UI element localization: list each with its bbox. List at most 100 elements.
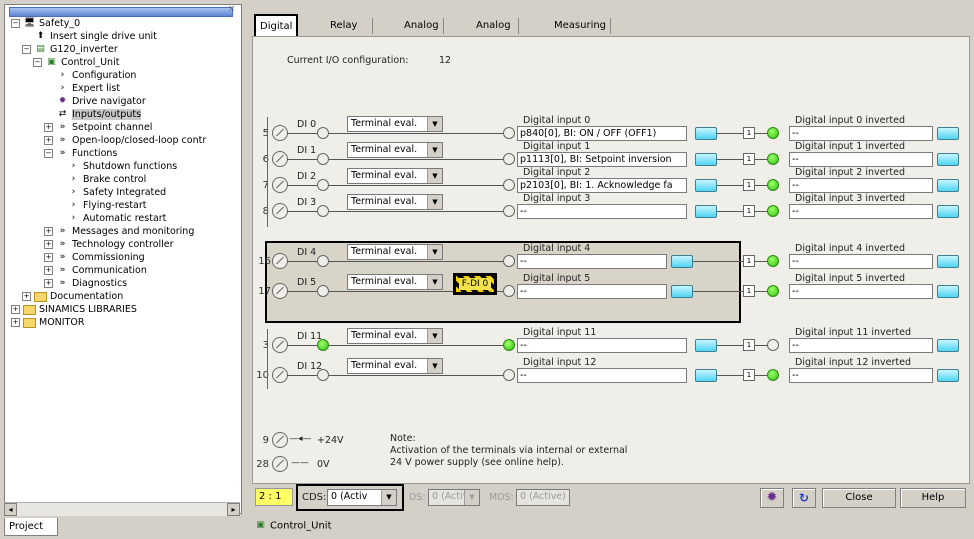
evaluation-select[interactable]: Terminal eval. ▼ xyxy=(347,358,443,374)
connect-parameter-button[interactable] xyxy=(695,179,717,192)
help-button[interactable]: Help xyxy=(900,488,966,508)
settings-gear-icon[interactable]: ✹ xyxy=(760,488,784,508)
connect-parameter-button[interactable] xyxy=(671,255,693,268)
tree-item[interactable]: + » Messages and monitoring xyxy=(44,225,194,238)
tree-item[interactable]: − ▣ Control_Unit xyxy=(33,56,119,69)
connect-inverted-button[interactable] xyxy=(937,179,959,192)
connect-inverted-button[interactable] xyxy=(937,339,959,352)
expand-icon[interactable]: + xyxy=(44,123,53,132)
connected-parameter-field[interactable]: p1113[0], BI: Setpoint inversion xyxy=(517,152,687,167)
ds-select[interactable]: 0 (Activ ▼ xyxy=(428,489,480,506)
evaluation-select[interactable]: Terminal eval. ▼ xyxy=(347,274,443,290)
connected-parameter-field[interactable]: -- xyxy=(517,284,667,299)
tree-item[interactable]: + » Commissioning xyxy=(44,251,145,264)
project-tab[interactable]: Project xyxy=(4,518,58,536)
tree-item[interactable]: › Shutdown functions xyxy=(55,160,178,173)
connect-inverted-button[interactable] xyxy=(937,285,959,298)
scroll-right-icon[interactable]: ▸ xyxy=(227,503,240,516)
expand-icon[interactable]: + xyxy=(44,227,53,236)
connected-parameter-field[interactable]: p840[0], BI: ON / OFF (OFF1) xyxy=(517,126,687,141)
close-icon[interactable]: × xyxy=(228,4,236,14)
tree-item[interactable]: ⇄ Inputs/outputs xyxy=(44,108,142,121)
inverted-parameter-field[interactable]: -- xyxy=(789,338,933,353)
connect-parameter-button[interactable] xyxy=(695,153,717,166)
tree-item[interactable]: › Flying-restart xyxy=(55,199,147,212)
expand-icon[interactable]: + xyxy=(11,318,20,327)
scroll-left-icon[interactable]: ◂ xyxy=(4,503,17,516)
chevron-down-icon[interactable]: ▼ xyxy=(427,359,442,373)
tree-item[interactable]: ⬆ Insert single drive unit xyxy=(22,30,157,43)
evaluation-select[interactable]: Terminal eval. ▼ xyxy=(347,328,443,344)
connect-inverted-button[interactable] xyxy=(937,369,959,382)
collapse-icon[interactable]: − xyxy=(22,45,31,54)
tree-item[interactable]: › Automatic restart xyxy=(55,212,167,225)
evaluation-select[interactable]: Terminal eval. ▼ xyxy=(347,168,443,184)
tab-analog-inputs[interactable]: Analog inputs xyxy=(400,18,444,47)
inverted-parameter-field[interactable]: -- xyxy=(789,368,933,383)
inverted-parameter-field[interactable]: -- xyxy=(789,284,933,299)
inverted-parameter-field[interactable]: -- xyxy=(789,254,933,269)
tree-item[interactable]: › Safety Integrated xyxy=(55,186,167,199)
tree-item[interactable]: + » Setpoint channel xyxy=(44,121,152,134)
cds-select[interactable]: 0 (Activ ▼ xyxy=(327,489,397,506)
connect-parameter-button[interactable] xyxy=(695,127,717,140)
chevron-down-icon[interactable]: ▼ xyxy=(427,117,442,131)
connected-parameter-field[interactable]: -- xyxy=(517,368,687,383)
collapse-icon[interactable]: − xyxy=(11,19,20,28)
expand-icon[interactable]: + xyxy=(44,253,53,262)
chevron-down-icon[interactable]: ▼ xyxy=(427,329,442,343)
expand-icon[interactable]: + xyxy=(44,240,53,249)
tree-item[interactable]: ✹ Drive navigator xyxy=(44,95,146,108)
expand-icon[interactable]: + xyxy=(44,136,53,145)
tree-item[interactable]: › Configuration xyxy=(44,69,137,82)
expand-icon[interactable]: + xyxy=(22,292,31,301)
refresh-icon[interactable]: ↻ xyxy=(792,488,816,508)
collapse-icon[interactable]: − xyxy=(44,149,53,158)
evaluation-select[interactable]: Terminal eval. ▼ xyxy=(347,244,443,260)
tree-item[interactable]: + » Communication xyxy=(44,264,147,277)
horizontal-scrollbar[interactable]: ◂ ▸ xyxy=(4,502,240,516)
chevron-down-icon[interactable]: ▼ xyxy=(464,490,479,505)
tree-item[interactable]: › Brake control xyxy=(55,173,147,186)
evaluation-select[interactable]: Terminal eval. ▼ xyxy=(347,194,443,210)
tree-item[interactable]: + MONITOR xyxy=(11,316,84,329)
chevron-down-icon[interactable]: ▼ xyxy=(427,195,442,209)
connect-inverted-button[interactable] xyxy=(937,255,959,268)
connect-inverted-button[interactable] xyxy=(937,205,959,218)
evaluation-select[interactable]: Terminal eval. ▼ xyxy=(347,116,443,132)
connected-parameter-field[interactable]: -- xyxy=(517,254,667,269)
inverted-parameter-field[interactable]: -- xyxy=(789,152,933,167)
inverted-parameter-field[interactable]: -- xyxy=(789,204,933,219)
tab-relay-outputs[interactable]: Relay outputs xyxy=(326,18,374,47)
tab-analog-outputs[interactable]: Analog outputs xyxy=(472,18,520,47)
connect-parameter-button[interactable] xyxy=(695,339,717,352)
tree-item[interactable]: + » Open-loop/closed-loop contr xyxy=(44,134,206,147)
inverted-parameter-field[interactable]: -- xyxy=(789,126,933,141)
tab-measuring-input[interactable]: Measuring Input xyxy=(550,18,612,47)
connected-parameter-field[interactable]: -- xyxy=(517,338,687,353)
status-tab[interactable]: ▣ Control_Unit xyxy=(254,520,331,539)
chevron-down-icon[interactable]: ▼ xyxy=(381,490,396,505)
connected-parameter-field[interactable]: -- xyxy=(517,204,687,219)
inverted-parameter-field[interactable]: -- xyxy=(789,178,933,193)
tree-item[interactable]: + » Diagnostics xyxy=(44,277,127,290)
expand-icon[interactable]: + xyxy=(44,266,53,275)
connected-parameter-field[interactable]: p2103[0], BI: 1. Acknowledge fa xyxy=(517,178,687,193)
tree-item[interactable]: + » Technology controller xyxy=(44,238,174,251)
connect-parameter-button[interactable] xyxy=(695,205,717,218)
tree-item[interactable]: › Expert list xyxy=(44,82,120,95)
chevron-down-icon[interactable]: ▼ xyxy=(427,169,442,183)
tree-item[interactable]: + Documentation xyxy=(22,290,123,303)
expand-icon[interactable]: + xyxy=(11,305,20,314)
connect-inverted-button[interactable] xyxy=(937,153,959,166)
connect-parameter-button[interactable] xyxy=(671,285,693,298)
tree-item[interactable]: − 🖥 Safety_0 xyxy=(11,17,80,30)
tree-item[interactable]: − ▤ G120_inverter xyxy=(22,43,118,56)
chevron-down-icon[interactable]: ▼ xyxy=(427,245,442,259)
collapse-icon[interactable]: − xyxy=(33,58,42,67)
close-button[interactable]: Close xyxy=(822,488,896,508)
chevron-down-icon[interactable]: ▼ xyxy=(427,143,442,157)
evaluation-select[interactable]: Terminal eval. ▼ xyxy=(347,142,443,158)
chevron-down-icon[interactable]: ▼ xyxy=(427,275,442,289)
expand-icon[interactable]: + xyxy=(44,279,53,288)
